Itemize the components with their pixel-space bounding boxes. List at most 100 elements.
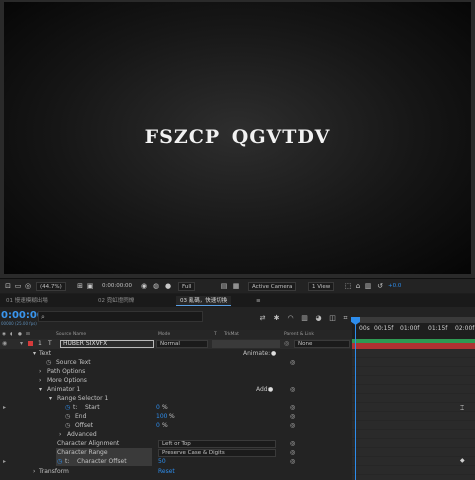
percent-unit: % <box>162 404 168 411</box>
composition-canvas[interactable]: FSZCP QGVTDV <box>4 2 471 274</box>
video-switch-icon[interactable]: ◉ <box>2 330 6 339</box>
range-selector-row[interactable]: ▾ Range Selector 1 <box>0 394 352 403</box>
trkmat-dropdown[interactable] <box>212 340 280 348</box>
exposure-value[interactable]: +0.0 <box>388 282 401 291</box>
character-offset-row[interactable]: ▸ ◷ t: Character Offset 50 ◎ <box>0 457 352 466</box>
more-options-row[interactable]: › More Options <box>0 376 352 385</box>
tab-comp-02[interactable]: 02 霓虹燈閃爍 <box>94 296 138 306</box>
shy-layers-icon[interactable]: ◠ <box>286 314 295 323</box>
region-of-interest-icon[interactable]: ▭ <box>14 282 22 290</box>
composition-mini-flowchart-icon[interactable]: ⇄ <box>258 314 267 323</box>
draft-3d-icon[interactable]: ✱ <box>272 314 281 323</box>
video-switch-icon[interactable]: ◉ <box>2 339 7 348</box>
stopwatch-icon[interactable]: ◷ <box>65 412 70 421</box>
percent-unit: % <box>169 413 175 420</box>
add-property-icon[interactable]: ● <box>268 385 273 394</box>
audio-switch-icon[interactable]: ◖ <box>10 330 12 339</box>
stopwatch-icon[interactable]: ◷ <box>65 421 70 430</box>
flowchart-icon[interactable]: ⌂ <box>354 282 362 290</box>
lock-switch-icon[interactable]: ⊟ <box>26 330 30 339</box>
layer-row[interactable]: ◉ ▾ 1 T HUBER SIXVFX Normal ◎ None <box>0 339 352 349</box>
expression-pickwhip-icon[interactable]: ◎ <box>290 457 295 466</box>
solo-switch-icon[interactable]: ● <box>18 330 22 339</box>
character-offset-value[interactable]: 50 <box>158 457 166 466</box>
keyframe-nav-icon[interactable]: ▸ <box>3 403 6 412</box>
expression-pickwhip-icon[interactable]: ◎ <box>290 448 295 457</box>
snapshot-icon[interactable]: ◉ <box>140 282 148 290</box>
composition-viewer[interactable]: FSZCP QGVTDV <box>0 0 475 278</box>
character-alignment-dropdown[interactable]: Left or Top <box>158 440 276 448</box>
always-preview-icon[interactable]: ⊡ <box>4 282 12 290</box>
parent-dropdown[interactable]: None <box>294 340 350 348</box>
expression-pickwhip-icon[interactable]: ◎ <box>290 421 295 430</box>
character-alignment-row[interactable]: Character Alignment Left or Top ◎ <box>0 439 352 448</box>
safe-margins-icon[interactable]: ▣ <box>86 282 94 290</box>
viewer-timecode[interactable]: 0:00:00:00 <box>102 282 132 291</box>
chart-icon[interactable]: ⌗ <box>341 314 350 323</box>
keyframe-icon[interactable]: ⌶ <box>460 404 464 413</box>
layer-track-area[interactable]: ⌶ ◆ <box>352 339 475 480</box>
layer-label-color[interactable] <box>28 341 33 346</box>
character-range-dropdown[interactable]: Preserve Case & Digits <box>158 449 276 457</box>
tab-comp-01[interactable]: 01 慢速模糊出場 <box>2 296 52 306</box>
graph-editor-icon[interactable]: ◫ <box>328 314 337 323</box>
column-t[interactable]: T <box>214 330 217 339</box>
start-value[interactable]: 0 <box>156 403 160 412</box>
offset-row[interactable]: ◷ Offset 0 % ◎ <box>0 421 352 430</box>
stopwatch-icon[interactable]: ◷ <box>46 358 51 367</box>
tab-menu-icon[interactable]: ≡ <box>252 296 265 306</box>
blend-mode-dropdown[interactable]: Normal <box>156 340 208 348</box>
expression-pickwhip-icon[interactable]: ◎ <box>290 439 295 448</box>
character-offset-label: Character Offset <box>77 458 127 465</box>
column-parent-link[interactable]: Parent & Link <box>284 330 314 339</box>
start-row[interactable]: ▸ ◷ t: Start 0 % ◎ <box>0 403 352 412</box>
grid-icon[interactable]: ⊞ <box>76 282 84 290</box>
keyframe-icon[interactable]: ◆ <box>460 457 465 464</box>
tab-comp-03[interactable]: 03 亂碼，快速切換 <box>176 296 232 306</box>
source-text-row[interactable]: ◷ Source Text ◎ <box>0 358 352 367</box>
motion-blur-icon[interactable]: ◕ <box>314 314 323 323</box>
end-value[interactable]: 100 <box>156 412 167 421</box>
expression-pickwhip-icon[interactable]: ◎ <box>290 403 295 412</box>
zoom-dropdown[interactable]: (44.7%) <box>36 282 66 291</box>
transform-row[interactable]: › Transform Reset <box>0 467 352 476</box>
eye-icon[interactable]: ◎ <box>290 385 295 394</box>
path-options-row[interactable]: › Path Options <box>0 367 352 376</box>
column-mode[interactable]: Mode <box>158 330 170 339</box>
animator-row[interactable]: ▾ Animator 1 Add: ● ◎ <box>0 385 352 394</box>
work-area-bar[interactable] <box>352 317 475 323</box>
column-trkmat[interactable]: TrkMat <box>224 330 239 339</box>
show-channel-icon[interactable]: ◍ <box>152 282 160 290</box>
pixel-aspect-icon[interactable]: ⬚ <box>344 282 352 290</box>
time-ruler[interactable]: 00s 00:15f 01:00f 01:15f 02:00f <box>352 317 475 339</box>
timeline-icon[interactable]: ▥ <box>364 282 372 290</box>
layer-search-input[interactable]: ⌕ <box>38 311 203 322</box>
pick-whip-icon[interactable]: ◎ <box>284 339 289 348</box>
text-group-row[interactable]: ▾ Text Animate: ● <box>0 349 352 358</box>
frame-blending-icon[interactable]: ▥ <box>300 314 309 323</box>
stopwatch-icon[interactable]: ◷ <box>57 457 62 466</box>
views-dropdown[interactable]: 1 View <box>308 282 335 291</box>
playhead-line[interactable] <box>355 317 356 480</box>
animate-add-icon[interactable]: ● <box>271 349 276 358</box>
stopwatch-icon[interactable]: ◷ <box>65 403 70 412</box>
color-picker-icon[interactable]: ● <box>164 282 172 290</box>
offset-value[interactable]: 0 <box>156 421 160 430</box>
reset-link[interactable]: Reset <box>158 467 175 476</box>
expression-pickwhip-icon[interactable]: ◎ <box>290 412 295 421</box>
advanced-row[interactable]: › Advanced <box>0 430 352 439</box>
column-source-name[interactable]: Source Name <box>56 330 86 339</box>
transparency-grid-icon[interactable]: ▦ <box>232 282 240 290</box>
reset-exposure-icon[interactable]: ↺ <box>376 282 384 290</box>
character-range-row[interactable]: Character Range Preserve Case & Digits ◎ <box>0 448 352 457</box>
camera-dropdown[interactable]: Active Camera <box>248 282 297 291</box>
resolution-dropdown[interactable]: Full <box>178 282 196 291</box>
fast-previews-icon[interactable]: ▤ <box>220 282 228 290</box>
ruler-label: 02:00f <box>455 325 475 332</box>
keyframe-nav-icon[interactable]: ▸ <box>3 457 6 466</box>
expression-pickwhip-icon[interactable]: ◎ <box>290 358 295 367</box>
expand-arrow-icon[interactable]: ▾ <box>20 339 23 348</box>
layer-name-field[interactable]: HUBER SIXVFX <box>60 340 154 348</box>
mask-visibility-icon[interactable]: ◎ <box>24 282 32 290</box>
end-row[interactable]: ◷ End 100 % ◎ <box>0 412 352 421</box>
